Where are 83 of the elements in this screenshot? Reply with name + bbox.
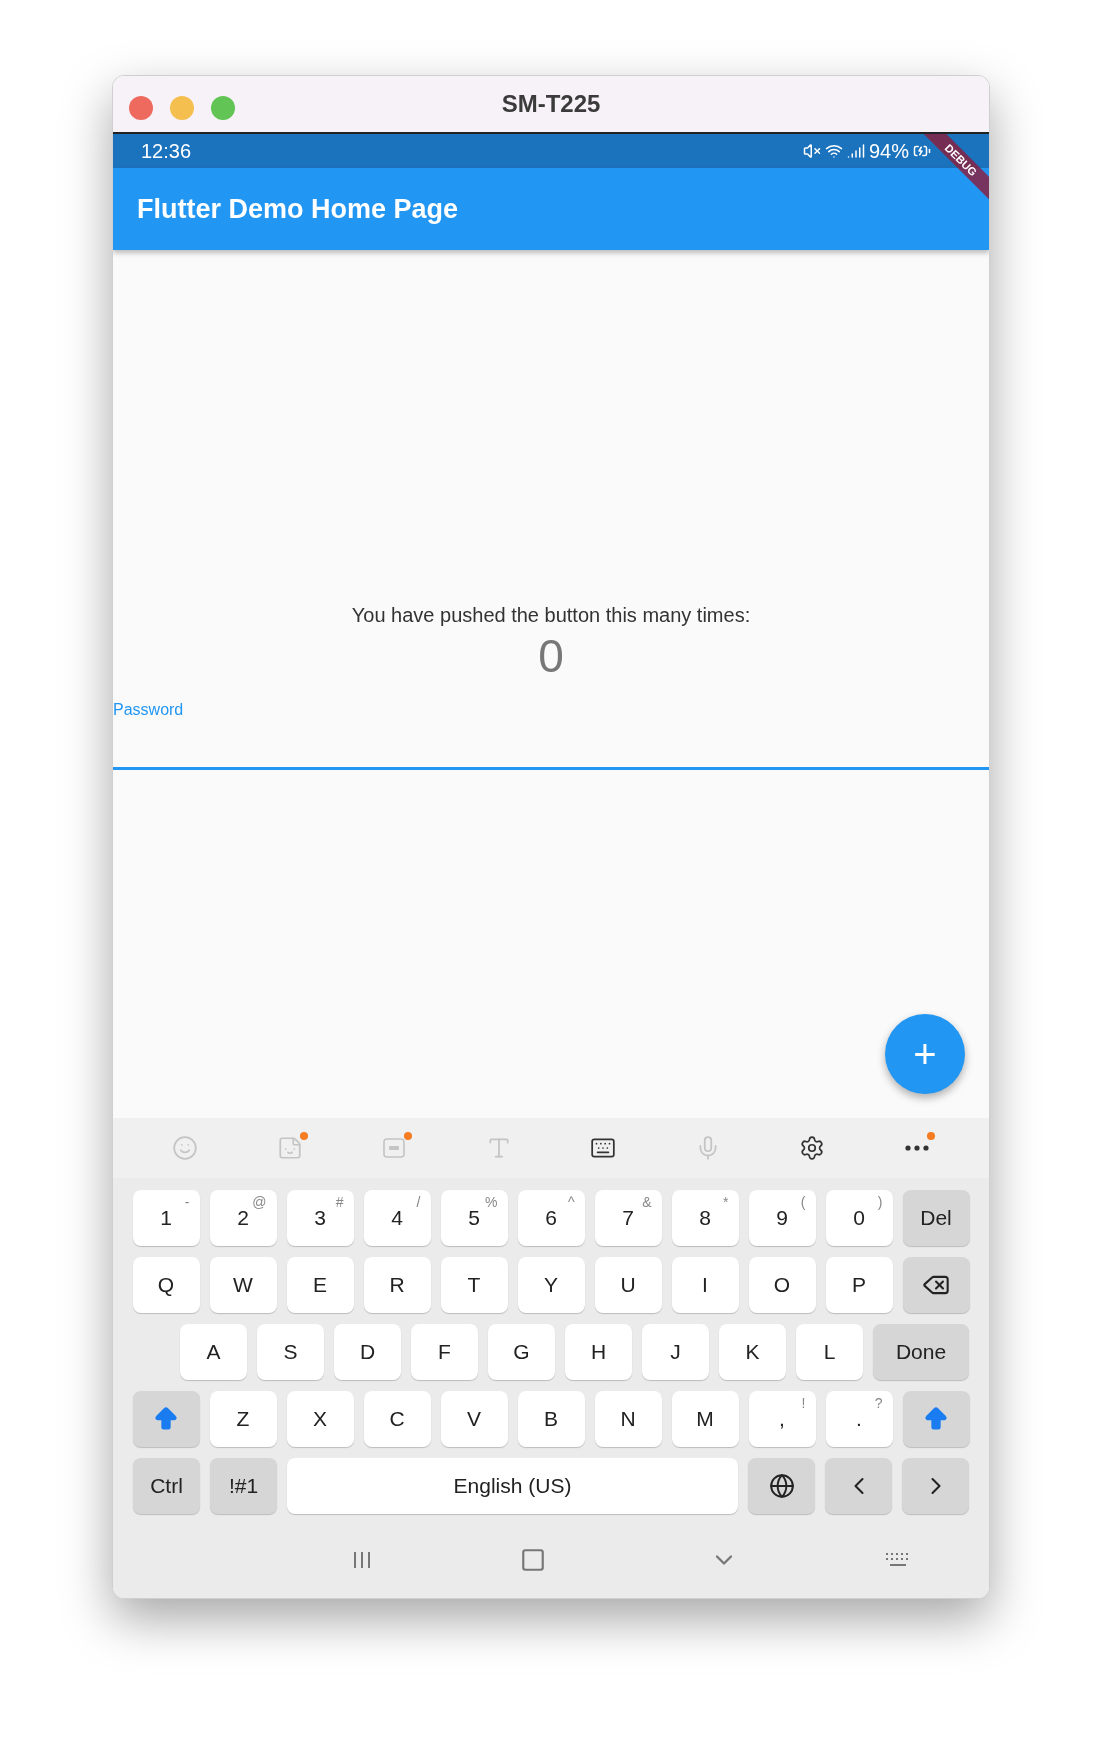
key[interactable]: V [440, 1391, 508, 1447]
key[interactable]: 6 ^ [517, 1190, 585, 1246]
counter-message: You have pushed the button this many times: [351, 603, 751, 628]
key[interactable]: M [671, 1391, 739, 1447]
key-hint: ) [877, 1193, 883, 1212]
key[interactable]: R [363, 1257, 431, 1313]
sticker-icon [276, 1135, 303, 1161]
key[interactable]: 7 & [594, 1190, 662, 1246]
globe-icon [768, 1473, 795, 1499]
done-key[interactable]: Done [873, 1324, 969, 1380]
key[interactable]: 5 % [440, 1190, 508, 1246]
keyboard-icon [590, 1135, 617, 1161]
key[interactable]: 3 # [286, 1190, 354, 1246]
key[interactable]: C [363, 1391, 431, 1447]
close-button[interactable] [129, 96, 153, 120]
key-hint: % [485, 1193, 498, 1212]
key[interactable]: H [565, 1324, 632, 1380]
key-hint: # [335, 1193, 344, 1212]
language-key[interactable] [748, 1458, 815, 1514]
key[interactable]: P [825, 1257, 893, 1313]
function-key[interactable]: !#1 [210, 1458, 277, 1514]
signal-icon [846, 142, 865, 160]
app-bar-title: Flutter Demo Home Page [137, 192, 459, 226]
key-hint: & [642, 1193, 652, 1212]
minimize-button[interactable] [170, 96, 194, 120]
key[interactable]: G [488, 1324, 555, 1380]
key[interactable]: J [642, 1324, 709, 1380]
key[interactable]: 9 ( [748, 1190, 816, 1246]
key[interactable]: , ! [748, 1391, 816, 1447]
field-label: Password [113, 700, 184, 720]
key[interactable]: 4 / [363, 1190, 431, 1246]
shift-key[interactable] [132, 1391, 200, 1447]
key[interactable]: Q [132, 1257, 200, 1313]
key[interactable]: B [517, 1391, 585, 1447]
key[interactable]: L [796, 1324, 863, 1380]
key[interactable]: T [440, 1257, 508, 1313]
wifi-icon [824, 142, 843, 160]
key[interactable]: X [286, 1391, 354, 1447]
key-hint: ( [800, 1193, 806, 1212]
key[interactable]: Z [209, 1391, 277, 1447]
key[interactable]: U [594, 1257, 662, 1313]
key[interactable]: N [594, 1391, 662, 1447]
key[interactable]: K [719, 1324, 786, 1380]
key-hint: @ [252, 1193, 267, 1212]
zoom-button[interactable] [211, 96, 235, 120]
home-icon[interactable] [520, 1547, 546, 1573]
shift-arrow-icon [922, 1405, 950, 1433]
status-time: 12:36 [141, 139, 192, 164]
more-icon [904, 1145, 929, 1151]
smiley-icon [172, 1135, 199, 1161]
key-hint: - [184, 1193, 190, 1212]
function-key[interactable]: Del [902, 1190, 970, 1246]
key[interactable]: O [748, 1257, 816, 1313]
key-hint: * [723, 1193, 729, 1212]
key[interactable]: D [334, 1324, 401, 1380]
window-title: SM-T225 [501, 89, 601, 119]
shift-key[interactable] [902, 1391, 970, 1447]
key[interactable]: I [671, 1257, 739, 1313]
shift-arrow-icon [152, 1405, 180, 1433]
key-hint: ! [801, 1394, 806, 1413]
function-key[interactable]: Ctrl [133, 1458, 200, 1514]
space-key[interactable]: English (US) [287, 1458, 738, 1514]
key-hint: ^ [567, 1193, 575, 1212]
key[interactable]: Y [517, 1257, 585, 1313]
settings-icon [799, 1135, 826, 1161]
battery-percent: 94% [868, 139, 909, 164]
recent-apps-icon[interactable] [351, 1549, 373, 1571]
counter-value: 0 [538, 630, 564, 682]
key[interactable]: 2 @ [209, 1190, 277, 1246]
key[interactable]: F [411, 1324, 478, 1380]
key-hint: / [416, 1193, 421, 1212]
mute-icon [802, 142, 821, 160]
key[interactable]: A [180, 1324, 247, 1380]
key[interactable]: 8 * [671, 1190, 739, 1246]
key-hint: ? [874, 1394, 883, 1413]
key[interactable]: 1 - [132, 1190, 200, 1246]
key[interactable]: S [257, 1324, 324, 1380]
key[interactable]: W [209, 1257, 277, 1313]
key[interactable]: E [286, 1257, 354, 1313]
key[interactable]: 0 ) [825, 1190, 893, 1246]
key[interactable]: . ? [825, 1391, 893, 1447]
image-frame-icon [381, 1135, 408, 1161]
backspace-key[interactable] [902, 1257, 970, 1313]
